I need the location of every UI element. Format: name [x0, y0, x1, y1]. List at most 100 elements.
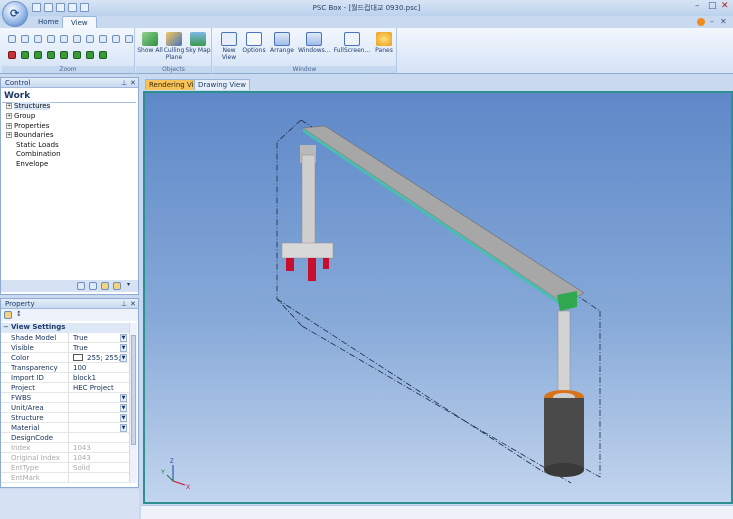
pin-icon[interactable]: ⊥: [121, 300, 127, 308]
caisson-footing[interactable]: [544, 398, 584, 470]
arrange-button[interactable]: Arrange: [268, 32, 296, 54]
categorized-icon[interactable]: [4, 311, 12, 319]
left-view-icon[interactable]: [34, 51, 42, 59]
application-menu-button[interactable]: ⟳: [2, 1, 28, 27]
pin-icon[interactable]: ⊥: [121, 79, 127, 87]
help-icon[interactable]: [697, 18, 705, 26]
prop-row-shade-model[interactable]: Shade Model True ▼: [1, 333, 129, 343]
deck-top[interactable]: [302, 125, 585, 304]
color-swatch: [73, 354, 83, 361]
property-scrollbar[interactable]: [129, 323, 137, 483]
pile-3: [323, 258, 329, 269]
zoom-selection-icon[interactable]: [125, 35, 133, 43]
prop-row-structure[interactable]: Structure ▼: [1, 413, 129, 423]
caisson-bottom: [544, 463, 584, 477]
panes-button[interactable]: Panes: [370, 32, 398, 54]
windows-button[interactable]: Windows...: [298, 32, 331, 54]
prop-row-project[interactable]: Project HEC Project: [1, 383, 129, 393]
dropdown-icon[interactable]: ▼: [120, 424, 127, 432]
tree-item-group[interactable]: + Group: [6, 112, 35, 120]
ribbon-minimize-icon[interactable]: –: [710, 17, 714, 26]
pier-left-column[interactable]: [301, 154, 316, 246]
zoom-out-icon[interactable]: [34, 35, 42, 43]
top-view-icon[interactable]: [60, 51, 68, 59]
fullscreen-button[interactable]: FullScreen...: [333, 32, 371, 54]
expand-icon[interactable]: +: [6, 113, 12, 119]
options-icon: [246, 32, 262, 46]
zoom-extent-icon[interactable]: [73, 35, 81, 43]
back-view-icon[interactable]: [21, 51, 29, 59]
bbox-left-edge: [276, 119, 303, 327]
pier-left-footing[interactable]: [281, 242, 334, 259]
sort-alpha-icon[interactable]: ↕: [16, 310, 22, 318]
tab-drawing-view[interactable]: Drawing View: [194, 79, 250, 90]
panel-close-icon[interactable]: ✕: [130, 300, 136, 308]
iso-view-icon[interactable]: [86, 51, 94, 59]
dropdown-icon[interactable]: ▼: [120, 394, 127, 402]
fullscreen-icon: [344, 32, 360, 46]
expand-icon[interactable]: +: [6, 123, 12, 129]
front-view-icon[interactable]: [8, 51, 16, 59]
folder-icon[interactable]: [101, 282, 109, 290]
collapse-icon[interactable]: −: [3, 323, 9, 331]
zoom-in-icon[interactable]: [21, 35, 29, 43]
tree-item-envelope[interactable]: Envelope: [16, 160, 48, 168]
zoom-fit-icon[interactable]: [112, 35, 120, 43]
tree-item-properties[interactable]: + Properties: [6, 122, 49, 130]
property-category[interactable]: View Settings: [1, 323, 129, 333]
close-icon[interactable]: ✕: [721, 1, 729, 11]
right-view-icon[interactable]: [47, 51, 55, 59]
panel-close-icon[interactable]: ✕: [130, 79, 136, 87]
minimize-icon[interactable]: –: [695, 1, 700, 11]
pan-icon[interactable]: [86, 35, 94, 43]
rotate-icon[interactable]: [99, 35, 107, 43]
edit-icon[interactable]: [113, 282, 121, 290]
bottom-view-icon[interactable]: [73, 51, 81, 59]
scrollbar-thumb[interactable]: [131, 335, 136, 445]
objects-group-label: Objects: [136, 66, 211, 73]
prop-row-visible[interactable]: Visible True ▼: [1, 343, 129, 353]
ribbon-close-icon[interactable]: ✕: [720, 17, 727, 26]
tree-item-structures[interactable]: + Structures: [6, 102, 51, 110]
zoom-previous-icon[interactable]: [60, 35, 68, 43]
list-icon[interactable]: [89, 282, 97, 290]
prop-row-unit-area[interactable]: Unit/Area ▼: [1, 403, 129, 413]
prop-row-transparency[interactable]: Transparency 100: [1, 363, 129, 373]
pile-1: [286, 258, 294, 271]
pier-right-column[interactable]: [557, 310, 571, 392]
prop-row-material[interactable]: Material ▼: [1, 423, 129, 433]
options-button[interactable]: Options: [240, 32, 268, 54]
sky-map-button[interactable]: Sky Map: [184, 32, 212, 54]
dropdown-icon[interactable]: ▼: [120, 404, 127, 412]
work-root: Work: [4, 91, 31, 101]
prop-row-fwbs[interactable]: FWBS ▼: [1, 393, 129, 403]
dropdown-icon[interactable]: ▼: [120, 354, 127, 362]
new-view-icon: [221, 32, 237, 46]
expand-icon[interactable]: +: [6, 103, 12, 109]
iso-view-2-icon[interactable]: [99, 51, 107, 59]
prop-row-import-id[interactable]: Import ID block1: [1, 373, 129, 383]
tree-item-static-loads[interactable]: Static Loads: [16, 141, 59, 149]
control-toolbar: ▾: [1, 280, 138, 292]
dropdown-icon[interactable]: ▼: [120, 334, 127, 342]
rendering-viewport[interactable]: Z X Y: [143, 91, 733, 504]
zoom-all-icon[interactable]: [47, 35, 55, 43]
bridge-model[interactable]: Z X Y: [145, 93, 731, 502]
filter-icon[interactable]: [77, 282, 85, 290]
y-axis-label: Y: [161, 470, 165, 476]
tree-item-combination[interactable]: Combination: [16, 150, 61, 158]
new-view-button[interactable]: New View: [215, 32, 243, 61]
expand-icon[interactable]: +: [6, 132, 12, 138]
prop-row-design-code[interactable]: DesignCode: [1, 433, 129, 443]
axis-triad: Z X Y: [161, 459, 190, 491]
tab-view[interactable]: View: [62, 16, 97, 28]
property-panel-header: Property ⊥ ✕: [1, 299, 138, 309]
maximize-icon[interactable]: □: [708, 1, 717, 11]
toolbar-dropdown-icon[interactable]: ▾: [127, 281, 130, 288]
prop-row-color[interactable]: Color 255; 255; ▼: [1, 353, 129, 363]
dropdown-icon[interactable]: ▼: [120, 344, 127, 352]
dropdown-icon[interactable]: ▼: [120, 414, 127, 422]
bbox-front-edge: [301, 325, 572, 484]
tree-item-boundaries[interactable]: + Boundaries: [6, 131, 53, 139]
zoom-window-icon[interactable]: [8, 35, 16, 43]
